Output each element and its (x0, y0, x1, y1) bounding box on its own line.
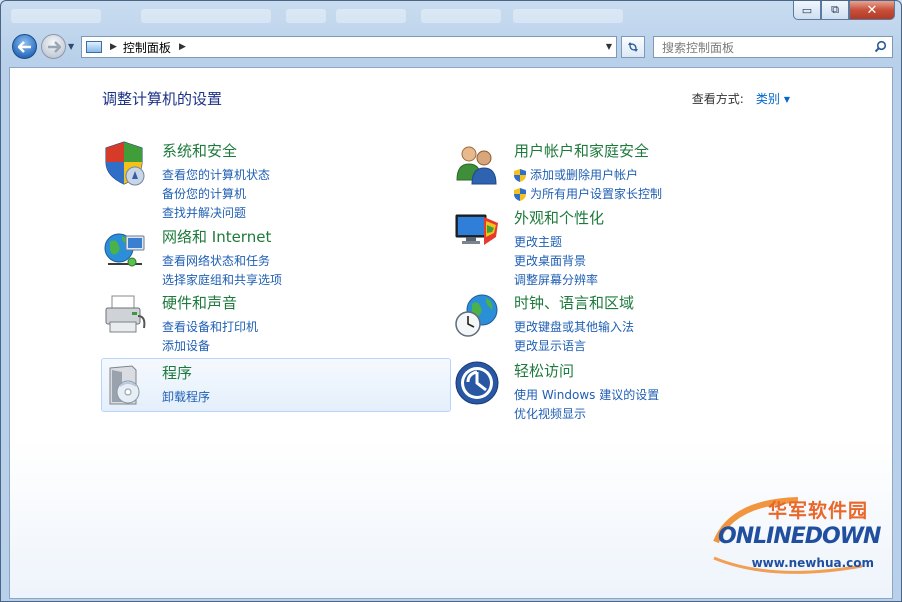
link-recommended-settings[interactable]: 使用 Windows 建议的设置 (514, 386, 659, 405)
category-programs: 程序 卸载程序 (102, 362, 422, 408)
background-tab-blur (286, 9, 326, 23)
search-icon[interactable] (874, 40, 887, 53)
monitor-palette-icon (455, 214, 498, 245)
close-button[interactable]: ✕ (849, 1, 895, 20)
category-appearance: 外观和个性化 更改主题 更改桌面背景 调整屏幕分辨率 (454, 207, 774, 287)
uac-shield-icon (514, 169, 526, 182)
globe-network-icon (104, 233, 145, 267)
background-tab-blur (421, 9, 501, 23)
site-watermark: 华军软件园 ONLINEDOWN www.newhua.com (712, 496, 881, 582)
link-change-keyboard[interactable]: 更改键盘或其他输入法 (514, 318, 634, 337)
minimize-icon: ▭ (801, 3, 813, 17)
category-hardware-sound: 硬件和声音 查看设备和打印机 添加设备 (102, 292, 422, 353)
maximize-button[interactable]: ⧉ (821, 1, 849, 20)
link-view-computer-status[interactable]: 查看您的计算机状态 (162, 166, 270, 185)
address-dropdown-icon[interactable]: ▼ (606, 42, 612, 51)
arrow-right-icon (47, 40, 61, 53)
watermark-cn-text: 华军软件园 (767, 500, 868, 522)
category-title[interactable]: 系统和安全 (162, 140, 237, 161)
category-title[interactable]: 外观和个性化 (514, 207, 604, 228)
address-bar[interactable]: ▶ 控制面板 ▶ ▼ (81, 36, 617, 58)
link-screen-resolution[interactable]: 调整屏幕分辨率 (514, 271, 598, 290)
category-system-security: 系统和安全 查看您的计算机状态 备份您的计算机 查找并解决问题 (102, 140, 422, 220)
category-clock-language-region: 时钟、语言和区域 更改键盘或其他输入法 更改显示语言 (454, 292, 774, 353)
restore-icon: ⧉ (831, 3, 839, 16)
link-view-devices-printers[interactable]: 查看设备和打印机 (162, 318, 258, 337)
control-panel-window: ▭ ⧉ ✕ ▼ ▶ 控制面板 ▶ ▼ 搜索控制面板 调整计算机的设置 查看方式:… (0, 0, 902, 602)
category-ease-of-access: 轻松访问 使用 Windows 建议的设置 优化视频显示 (454, 360, 774, 421)
link-change-wallpaper[interactable]: 更改桌面背景 (514, 252, 598, 271)
category-title[interactable]: 时钟、语言和区域 (514, 292, 634, 313)
background-tab-blur (11, 9, 101, 23)
category-links: 查看设备和打印机 添加设备 (162, 318, 258, 356)
link-text: 为所有用户设置家长控制 (530, 187, 663, 201)
category-network-internet: 网络和 Internet 查看网络状态和任务 选择家庭组和共享选项 (102, 226, 422, 287)
link-text: 添加或删除用户帐户 (530, 168, 639, 182)
refresh-icon (628, 42, 638, 52)
background-tab-blur (141, 9, 271, 23)
printer-icon (105, 295, 146, 333)
link-optimize-video-display[interactable]: 优化视频显示 (514, 405, 659, 424)
category-links: 查看网络状态和任务 选择家庭组和共享选项 (162, 252, 282, 290)
category-links: 使用 Windows 建议的设置 优化视频显示 (514, 386, 659, 424)
category-title[interactable]: 程序 (162, 362, 192, 383)
refresh-button[interactable] (621, 36, 645, 58)
breadcrumb-control-panel[interactable]: 控制面板 (123, 39, 171, 56)
page-title: 调整计算机的设置 (102, 90, 223, 108)
category-links: 添加或删除用户帐户 为所有用户设置家长控制 (514, 166, 662, 204)
back-button[interactable] (12, 34, 37, 59)
shield-icon (105, 141, 145, 186)
watermark-logo: ONLINEDOWN (718, 524, 881, 549)
view-by-label: 查看方式: (691, 92, 744, 106)
search-input[interactable] (660, 38, 864, 58)
link-add-device[interactable]: 添加设备 (162, 337, 258, 356)
category-title[interactable]: 网络和 Internet (162, 226, 271, 247)
arrow-left-icon (17, 40, 31, 53)
link-change-theme[interactable]: 更改主题 (514, 233, 598, 252)
category-title[interactable]: 用户帐户和家庭安全 (514, 140, 649, 161)
navigation-bar: ▼ ▶ 控制面板 ▶ ▼ (1, 31, 901, 63)
watermark-url: www.newhua.com (751, 556, 874, 570)
recent-pages-dropdown-icon[interactable]: ▼ (68, 42, 74, 51)
category-links: 更改主题 更改桌面背景 调整屏幕分辨率 (514, 233, 598, 290)
clock-globe-icon (455, 294, 498, 337)
uac-shield-icon (514, 188, 526, 201)
category-title[interactable]: 轻松访问 (514, 360, 574, 381)
caption-buttons: ▭ ⧉ ✕ (793, 1, 895, 21)
forward-button[interactable] (41, 34, 66, 59)
link-uninstall-program[interactable]: 卸载程序 (162, 388, 210, 407)
view-by-control: 查看方式: 类别 ▼ (692, 90, 790, 107)
link-view-network-status[interactable]: 查看网络状态和任务 (162, 252, 282, 271)
link-backup-computer[interactable]: 备份您的计算机 (162, 185, 270, 204)
link-troubleshoot[interactable]: 查找并解决问题 (162, 204, 270, 223)
category-links: 查看您的计算机状态 备份您的计算机 查找并解决问题 (162, 166, 270, 223)
link-add-remove-accounts[interactable]: 添加或删除用户帐户 (514, 166, 662, 185)
link-change-display-language[interactable]: 更改显示语言 (514, 337, 634, 356)
category-links: 更改键盘或其他输入法 更改显示语言 (514, 318, 634, 356)
minimize-button[interactable]: ▭ (793, 1, 821, 20)
content-pane: 调整计算机的设置 查看方式: 类别 ▼ 系统和安全 查看您的计算机状态 备份您的计算… (9, 67, 893, 599)
program-disc-icon (109, 365, 140, 405)
view-by-value[interactable]: 类别 (756, 92, 780, 106)
link-parental-controls[interactable]: 为所有用户设置家长控制 (514, 185, 662, 204)
control-panel-icon (86, 41, 102, 53)
chevron-down-icon[interactable]: ▼ (784, 95, 790, 104)
background-tab-blur (336, 9, 406, 23)
close-icon: ✕ (866, 2, 878, 18)
breadcrumb-chevron-icon[interactable]: ▶ (110, 42, 117, 52)
link-homegroup-sharing[interactable]: 选择家庭组和共享选项 (162, 271, 282, 290)
ease-of-access-icon (455, 361, 499, 405)
title-bar[interactable]: ▭ ⧉ ✕ (1, 1, 901, 29)
category-title[interactable]: 硬件和声音 (162, 292, 237, 313)
breadcrumb-chevron-icon[interactable]: ▶ (179, 42, 186, 52)
users-icon (456, 146, 497, 185)
search-box[interactable] (653, 36, 893, 58)
category-links: 卸载程序 (162, 388, 210, 407)
background-tab-blur (513, 9, 623, 23)
category-user-accounts: 用户帐户和家庭安全 添加或删除用户帐户 为所有用户设置家长控制 (454, 140, 774, 201)
